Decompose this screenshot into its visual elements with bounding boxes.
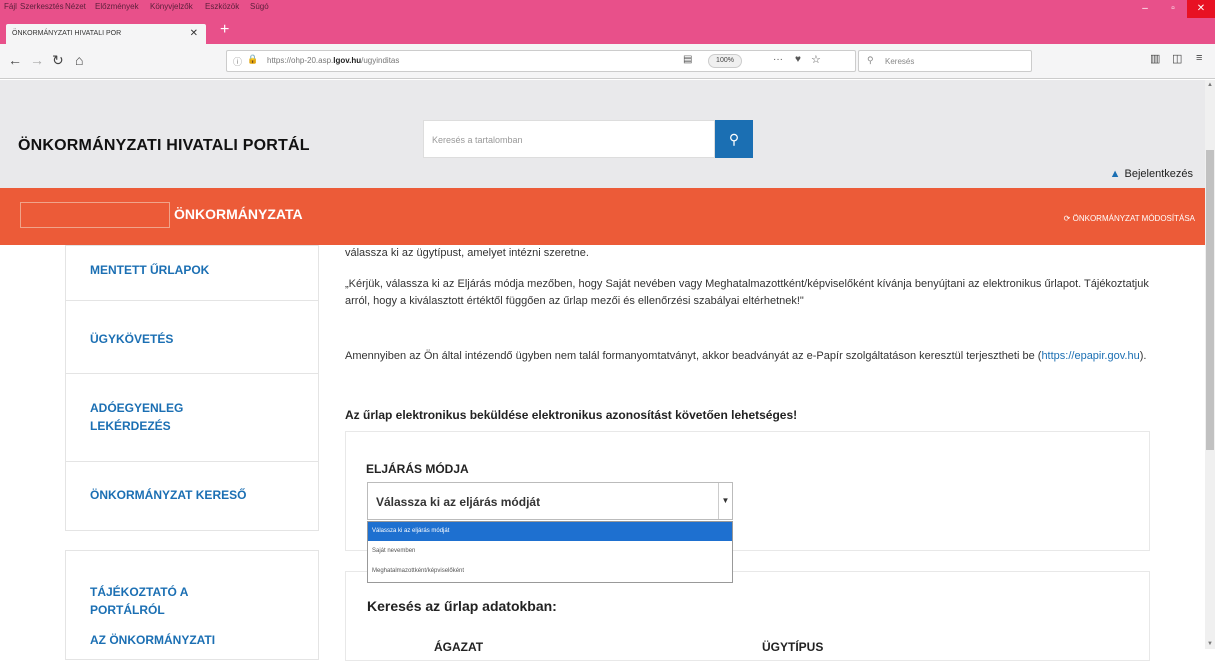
url-bar[interactable]: ⓘ 🔒 https://ohp-20.asp.lgov.hu/ugyindita… [226, 50, 856, 72]
bookmark-star-icon[interactable]: ☆ [811, 53, 821, 66]
zoom-level[interactable]: 100% [708, 54, 742, 68]
browser-search-input[interactable]: ⚲ Keresés [858, 50, 1032, 72]
page-actions-icon[interactable]: ··· [773, 54, 783, 65]
scrollbar-thumb[interactable] [1206, 150, 1214, 450]
procedure-method-panel: ELJÁRÁS MÓDJA Válassza ki az eljárás mód… [345, 431, 1150, 583]
option-representative[interactable]: Meghatalmazottként/képviselőként [368, 562, 732, 581]
scroll-up-icon[interactable]: ▲ [1205, 82, 1215, 88]
menu-history[interactable]: Előzmények [95, 2, 139, 11]
browser-menubar: Fájl Szerkesztés Nézet Előzmények Könyvj… [0, 0, 1215, 18]
sector-column-header: ÁGAZAT [434, 640, 484, 654]
scroll-down-icon[interactable]: ▼ [1205, 641, 1215, 647]
portal-header: ÖNKORMÁNYZATI HIVATALI PORTÁL Keresés a … [0, 80, 1205, 188]
browser-navbar: ← → ↻ ⌂ ⓘ 🔒 https://ohp-20.asp.lgov.hu/u… [0, 44, 1215, 79]
back-icon[interactable]: ← [8, 52, 22, 68]
sidebar-info: TÁJÉKOZTATÓ A PORTÁLRÓL AZ ÖNKORMÁNYZATI [65, 550, 319, 660]
option-own-name[interactable]: Saját nevemben [368, 542, 732, 561]
menu-help[interactable]: Súgó [250, 2, 269, 11]
divider [66, 300, 318, 301]
menu-bookmarks[interactable]: Könyvjelzők [150, 2, 193, 11]
divider [66, 373, 318, 374]
procedure-method-dropdown: Válassza ki az eljárás módját Saját neve… [367, 521, 733, 583]
refresh-icon: ⟳ [1063, 214, 1073, 223]
maximize-icon[interactable]: ▫ [1159, 0, 1187, 18]
new-tab-icon[interactable]: + [220, 21, 229, 39]
form-search-panel: Keresés az űrlap adatokban: ÁGAZAT ÜGYTÍ… [345, 571, 1150, 661]
info-icon[interactable]: ⓘ [233, 55, 242, 68]
authentication-notice: Az űrlap elektronikus beküldése elektron… [345, 408, 798, 422]
menu-tools[interactable]: Eszközök [205, 2, 239, 11]
option-choose[interactable]: Válassza ki az eljárás módját [368, 522, 732, 541]
page-scrollbar[interactable]: ▲ ▼ [1205, 80, 1215, 649]
minimize-icon[interactable]: – [1131, 0, 1159, 18]
modify-organization-link[interactable]: ⟳ ÖNKORMÁNYZAT MÓDOSÍTÁSA [1064, 214, 1195, 223]
redacted-org-name [20, 202, 170, 228]
procedure-method-select[interactable]: Válassza ki az eljárás módját ▼ [367, 482, 733, 520]
chevron-down-icon[interactable]: ▼ [718, 483, 732, 519]
portal-title[interactable]: ÖNKORMÁNYZATI HIVATALI PORTÁL [18, 137, 310, 155]
reader-view-icon[interactable]: ▤ [683, 54, 692, 65]
browser-tabbar: ÖNKORMÁNYZATI HIVATALI POR ✕ + [0, 18, 1215, 44]
case-type-column-header: ÜGYTÍPUS [762, 640, 824, 654]
sidebar-toggle-icon[interactable]: ◫ [1172, 52, 1182, 65]
sidebar-item-tax-balance[interactable]: ADÓEGYENLEG LEKÉRDEZÉS [90, 399, 240, 435]
menu-edit[interactable]: Szerkesztés [20, 2, 64, 11]
epapir-info-text: Amennyiben az Ön által intézendő ügyben … [345, 350, 1147, 362]
menu-view[interactable]: Nézet [65, 2, 86, 11]
login-link[interactable]: ▲ Bejelentkezés [1110, 168, 1193, 180]
window-controls: – ▫ ✕ [1131, 0, 1215, 18]
procedure-method-label: ELJÁRÁS MÓDJA [366, 462, 469, 476]
sidebar-item-municipal[interactable]: AZ ÖNKORMÁNYZATI [90, 631, 215, 649]
search-icon: ⚲ [867, 55, 874, 65]
epapir-link[interactable]: https://epapir.gov.hu [1041, 350, 1139, 362]
search-icon: ⚲ [728, 131, 740, 147]
reload-icon[interactable]: ↻ [52, 52, 64, 69]
organization-bar: ÖNKORMÁNYZATA ⟳ ÖNKORMÁNYZAT MÓDOSÍTÁSA [0, 188, 1205, 245]
forward-icon[interactable]: → [30, 52, 44, 68]
hamburger-menu-icon[interactable]: ≡ [1196, 52, 1202, 64]
tab-title: ÖNKORMÁNYZATI HIVATALI POR [12, 30, 122, 37]
library-icon[interactable]: ▥ [1150, 52, 1160, 65]
intro-text: válassza ki az ügytípust, amelyet intézn… [345, 247, 589, 259]
url-text: https://ohp-20.asp.lgov.hu/ugyinditas [267, 56, 400, 65]
portal-search-button[interactable]: ⚲ [715, 120, 753, 158]
user-icon: ▲ [1109, 168, 1121, 180]
divider [66, 461, 318, 462]
organization-name: ÖNKORMÁNYZATA [174, 206, 303, 222]
sidebar-item-saved-forms[interactable]: MENTETT ŰRLAPOK [90, 261, 209, 279]
portal-search-input[interactable]: Keresés a tartalomban [423, 120, 715, 158]
home-icon[interactable]: ⌂ [75, 52, 83, 68]
sidebar-item-case-tracking[interactable]: ÜGYKÖVETÉS [90, 330, 173, 348]
sidebar-item-municipality-search[interactable]: ÖNKORMÁNYZAT KERESŐ [90, 486, 246, 504]
browser-tab[interactable]: ÖNKORMÁNYZATI HIVATALI POR ✕ [6, 24, 206, 44]
method-info-text: „Kérjük, válassza ki az Eljárás módja me… [345, 278, 1149, 307]
form-search-heading: Keresés az űrlap adatokban: [367, 598, 557, 614]
sidebar-item-portal-info[interactable]: TÁJÉKOZTATÓ A PORTÁLRÓL [90, 583, 230, 619]
close-window-icon[interactable]: ✕ [1187, 0, 1215, 18]
tab-close-icon[interactable]: ✕ [190, 28, 198, 39]
sidebar-menu: MENTETT ŰRLAPOK ÜGYKÖVETÉS ADÓEGYENLEG L… [65, 245, 319, 531]
lock-icon: 🔒 [247, 54, 259, 64]
pocket-icon[interactable]: ♥ [795, 54, 801, 65]
menu-file[interactable]: Fájl [4, 2, 17, 11]
